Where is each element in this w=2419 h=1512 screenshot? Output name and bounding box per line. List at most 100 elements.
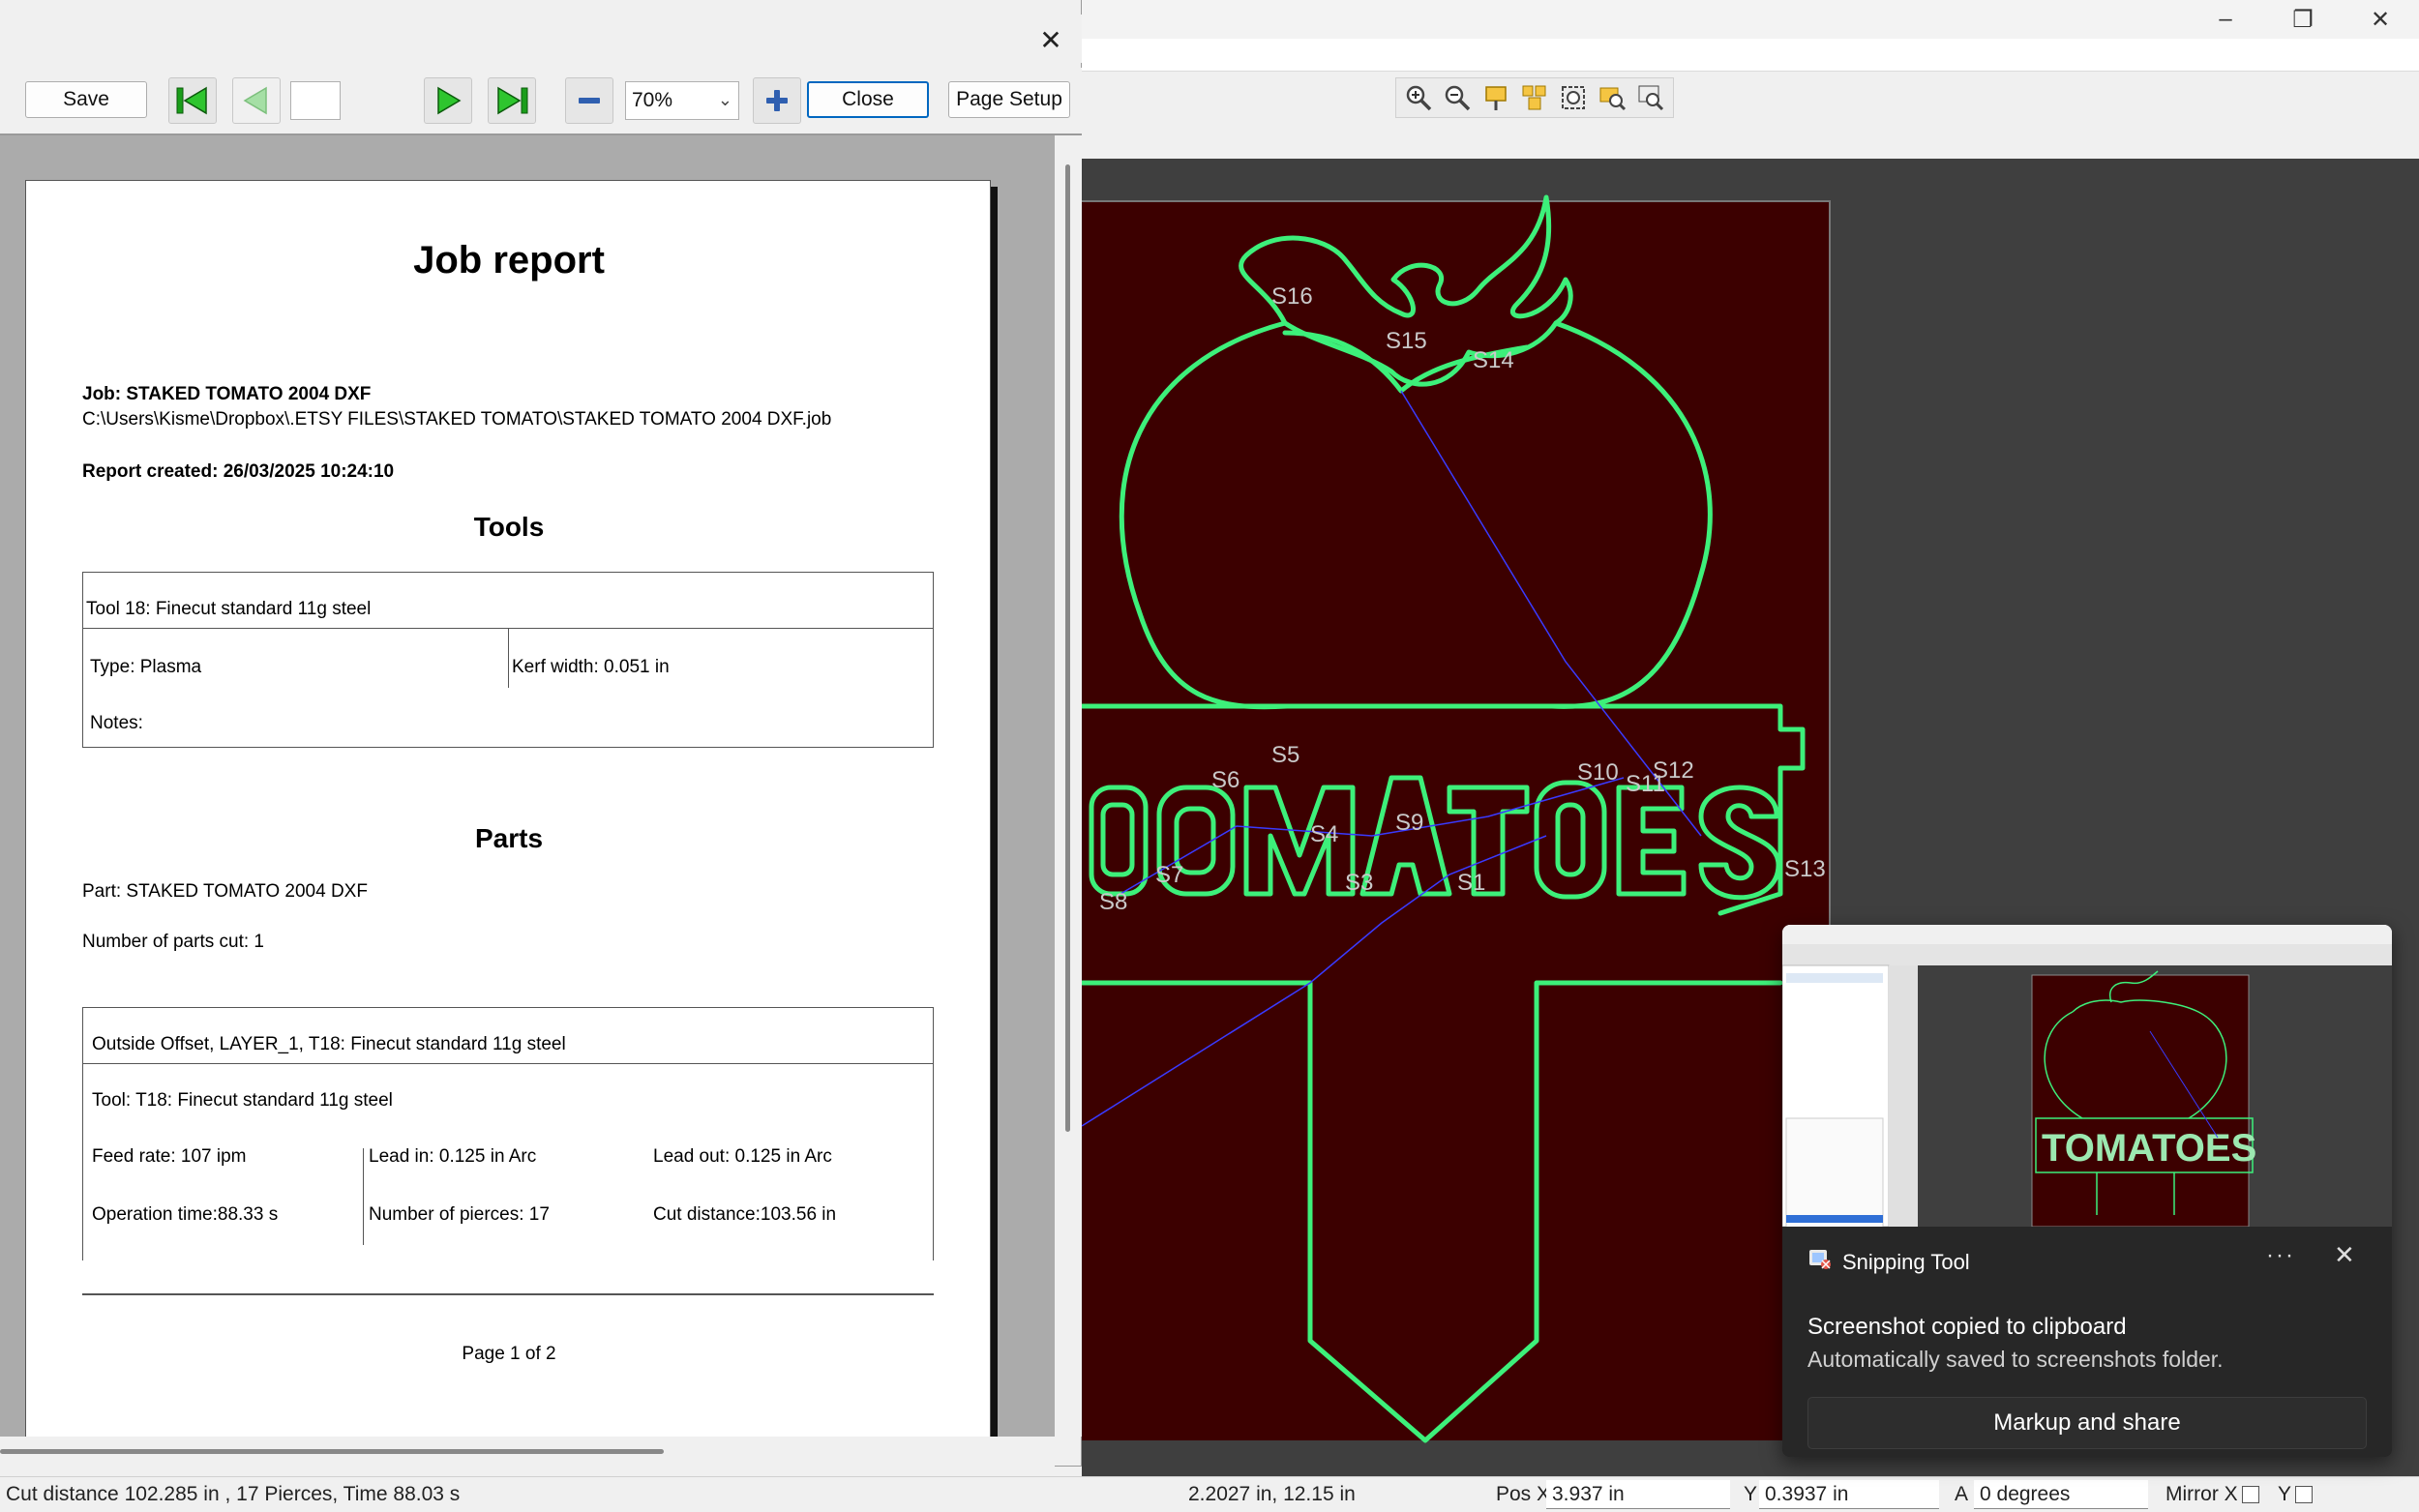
vertical-scrollbar[interactable] (1055, 135, 1082, 1437)
path-label: S5 (1271, 742, 1299, 768)
report-toolbar: Save 70% ⌄ Close Page Setup (0, 68, 1082, 135)
view-zoom-toolbar (1395, 77, 1674, 118)
next-page-icon (437, 86, 462, 115)
zoom-extents-icon[interactable] (1557, 81, 1590, 114)
zoom-out-icon[interactable] (1441, 81, 1474, 114)
cursor-coords: 2.2027 in, 12.15 in (1188, 1483, 1356, 1505)
last-page-icon (497, 86, 528, 115)
pos-y-label: Y (1744, 1483, 1758, 1505)
horizontal-scrollbar[interactable] (0, 1437, 1055, 1467)
path-label: S8 (1099, 889, 1127, 915)
close-icon[interactable]: ✕ (2342, 0, 2419, 39)
status-bar: Cut distance 102.285 in , 17 Pierces, Ti… (0, 1476, 2419, 1512)
angle-label: A (1955, 1483, 1969, 1505)
zoom-value: 70% (632, 89, 673, 111)
last-page-button[interactable] (488, 77, 536, 124)
close-icon[interactable]: ✕ (2334, 1240, 2355, 1270)
mirror-x-checkbox[interactable] (2241, 1486, 2259, 1504)
tools-heading: Tools (473, 512, 545, 542)
zoom-in-button[interactable] (753, 77, 801, 124)
pos-y-field[interactable]: 0.3937 in (1759, 1480, 1939, 1509)
report-page: Job report Job: STAKED TOMATO 2004 DXF C… (25, 180, 991, 1437)
report-titlebar: ✕ (0, 15, 1082, 63)
scroll-thumb[interactable] (1065, 164, 1070, 1132)
path-label: S6 (1211, 767, 1239, 793)
zoom-window-icon[interactable] (1479, 81, 1512, 114)
path-label: S14 (1473, 347, 1514, 373)
lead-in: Lead in: 0.125 in Arc (369, 1146, 537, 1167)
path-label: S16 (1271, 283, 1313, 310)
zoom-out-button[interactable] (565, 77, 613, 124)
operation-header: Outside Offset, LAYER_1, T18: Finecut st… (92, 1034, 566, 1054)
parts-cut: Number of parts cut: 1 (82, 932, 264, 952)
minimize-icon[interactable]: – (2187, 0, 2264, 39)
close-button[interactable]: Close (807, 81, 929, 118)
plus-icon (766, 90, 788, 111)
tool-notes: Notes: (90, 713, 143, 733)
zoom-selection-icon[interactable] (1518, 81, 1551, 114)
tomatoes-letters (1089, 775, 1781, 901)
angle-field[interactable]: 0 degrees (1974, 1480, 2148, 1509)
tool-kerf: Kerf width: 0.051 in (512, 657, 670, 677)
path-label: S3 (1345, 870, 1373, 896)
footer-divider (82, 1293, 934, 1295)
parts-heading: Parts (474, 823, 544, 853)
zoom-select[interactable]: 70% ⌄ (625, 81, 739, 120)
page-footer: Page 1 of 2 (462, 1344, 556, 1364)
path-label: S11 (1626, 771, 1665, 797)
zoom-sheet-icon[interactable] (1596, 81, 1628, 114)
pos-x-field[interactable]: 3.937 in (1546, 1480, 1730, 1509)
report-created: Report created: 26/03/2025 10:24:10 (82, 461, 395, 482)
save-button[interactable]: Save (25, 81, 147, 118)
mirror-y-text: Y (2278, 1483, 2292, 1505)
notification-app-name: Snipping Tool (1842, 1250, 1970, 1274)
table-divider (82, 1063, 934, 1064)
print-preview-area[interactable]: Job report Job: STAKED TOMATO 2004 DXF C… (0, 135, 1055, 1437)
restore-icon[interactable]: ❐ (2264, 0, 2342, 39)
mirror-y-checkbox[interactable] (2295, 1486, 2314, 1504)
path-label: S13 (1784, 856, 1826, 882)
job-name: Job: STAKED TOMATO 2004 DXF (82, 384, 372, 404)
markup-and-share-button[interactable]: Markup and share (1807, 1397, 2367, 1449)
path-label: S15 (1386, 328, 1427, 354)
minus-icon (579, 98, 600, 104)
job-path: C:\Users\Kisme\Dropbox\.ETSY FILES\STAKE… (82, 409, 832, 430)
close-icon[interactable]: ✕ (1031, 22, 1070, 57)
status-summary: Cut distance 102.285 in , 17 Pierces, Ti… (6, 1483, 461, 1505)
screenshot-thumbnail[interactable]: TOMATOES (1782, 925, 2392, 1227)
cut-distance: Cut distance:103.56 in (653, 1204, 837, 1225)
scroll-thumb[interactable] (0, 1449, 664, 1454)
page-number-input[interactable] (290, 81, 341, 120)
zoom-previous-icon[interactable] (1634, 81, 1667, 114)
next-page-button[interactable] (424, 77, 472, 124)
table-divider (508, 628, 509, 688)
snipping-tool-notification[interactable]: TOMATOES Snipping Tool ··· ✕ Screenshot … (1782, 925, 2392, 1457)
notification-body: Snipping Tool ··· ✕ Screenshot copied to… (1782, 1227, 2392, 1457)
pos-x-label: Pos X (1496, 1483, 1551, 1505)
more-options-icon[interactable]: ··· (2266, 1242, 2295, 1269)
first-page-icon (176, 86, 207, 115)
previous-page-icon (243, 86, 267, 115)
operation-tool: Tool: T18: Finecut standard 11g steel (92, 1090, 393, 1111)
zoom-in-icon[interactable] (1402, 81, 1435, 114)
chevron-down-icon: ⌄ (717, 90, 732, 109)
lead-out: Lead out: 0.125 in Arc (653, 1146, 832, 1167)
mirror-x-text: Mirror X (2165, 1483, 2238, 1505)
path-label: S4 (1310, 821, 1338, 847)
path-label: S1 (1457, 870, 1485, 896)
page-setup-button[interactable]: Page Setup (948, 81, 1070, 118)
notification-message: Screenshot copied to clipboard (1807, 1314, 2127, 1340)
previous-page-button[interactable] (232, 77, 281, 124)
first-page-button[interactable] (168, 77, 217, 124)
pierce-count: Number of pierces: 17 (369, 1204, 550, 1225)
feed-rate: Feed rate: 107 ipm (92, 1146, 247, 1167)
part-name: Part: STAKED TOMATO 2004 DXF (82, 881, 368, 902)
stake-path (1082, 980, 1783, 1443)
path-label: S7 (1155, 862, 1183, 888)
path-label: S10 (1577, 759, 1619, 786)
path-label: S9 (1395, 810, 1423, 836)
mirror-x-label: Mirror X (2165, 1483, 2259, 1506)
screenshot-preview-image: TOMATOES (1782, 925, 2392, 1227)
report-title: Job report (413, 239, 605, 282)
thumbnail-text: TOMATOES (2042, 1127, 2256, 1170)
